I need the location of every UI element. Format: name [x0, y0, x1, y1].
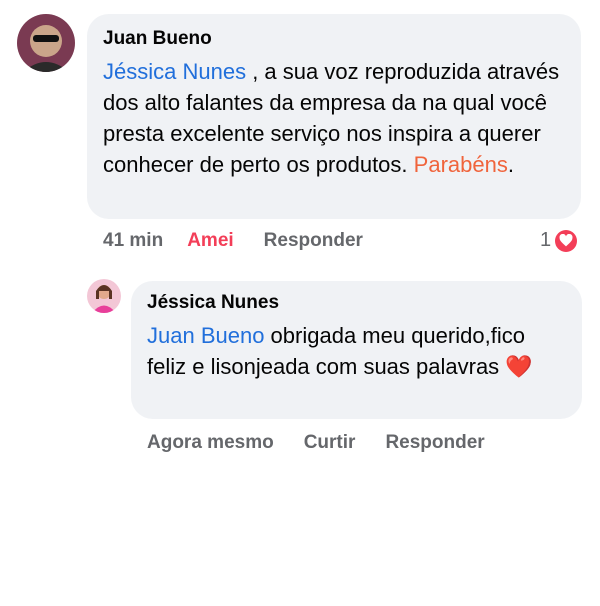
reply-bubble: Jéssica Nunes Juan Bueno obrigada meu qu…: [131, 281, 582, 419]
profile-photo-icon: [87, 279, 121, 313]
love-reaction-icon: [555, 229, 578, 252]
comment-text: Jéssica Nunes , a sua voz reproduzida at…: [103, 56, 565, 180]
reply-author[interactable]: Jéssica Nunes: [147, 291, 566, 315]
heart-emoji-icon: ❤️: [505, 354, 533, 379]
reply-text: Juan Bueno obrigada meu querido,fico fel…: [147, 320, 547, 382]
reply-button[interactable]: Responder: [264, 230, 363, 252]
comment-actions: 41 min Amei Responder: [103, 230, 363, 252]
reply-mention-link[interactable]: Juan Bueno: [147, 323, 264, 348]
reaction-summary[interactable]: 1: [540, 229, 578, 252]
reaction-count: 1: [540, 229, 552, 251]
avatar-juan-bueno[interactable]: [17, 14, 75, 72]
avatar-jessica-nunes[interactable]: [87, 279, 121, 313]
like-button[interactable]: Curtir: [304, 432, 356, 454]
profile-photo-icon: [17, 14, 75, 72]
mention-link[interactable]: Jéssica Nunes: [103, 59, 246, 84]
highlighted-word: Parabéns: [413, 152, 508, 177]
comment-author[interactable]: Juan Bueno: [103, 27, 565, 51]
reply-time: Agora mesmo: [147, 432, 274, 453]
comment-bubble: Juan Bueno Jéssica Nunes , a sua voz rep…: [87, 14, 581, 219]
comment-time: 41 min: [103, 230, 164, 251]
reply-actions: Agora mesmo Curtir Responder: [147, 432, 485, 454]
love-reaction-button[interactable]: Amei: [187, 230, 233, 252]
reply-reply-button[interactable]: Responder: [385, 432, 484, 454]
comment-end: .: [507, 152, 514, 177]
